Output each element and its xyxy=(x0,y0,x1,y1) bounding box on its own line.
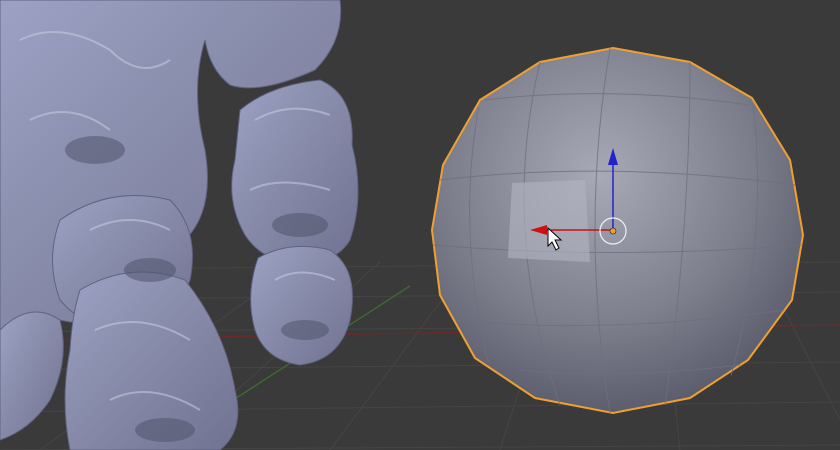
sphere-object[interactable] xyxy=(430,46,805,415)
3d-viewport[interactable] xyxy=(0,0,840,450)
object-origin-dot xyxy=(609,227,617,235)
viewport-canvas[interactable] xyxy=(0,0,840,450)
sphere-highlight-face xyxy=(508,180,590,262)
